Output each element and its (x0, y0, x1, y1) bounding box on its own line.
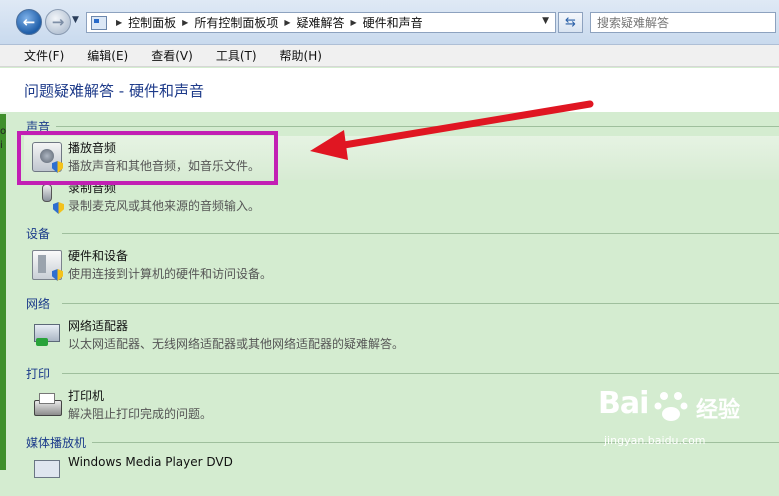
page-title: 问题疑难解答 - 硬件和声音 (24, 82, 204, 100)
network-adapter-icon (32, 320, 62, 350)
menu-tools[interactable]: 工具(T) (216, 47, 257, 64)
control-panel-icon (91, 15, 107, 30)
category-media-player: 媒体播放机 (26, 436, 87, 450)
menu-file[interactable]: 文件(F) (24, 47, 64, 64)
refresh-button[interactable]: ⇆ (558, 12, 583, 33)
category-printing: 打印 (26, 367, 51, 381)
address-bar[interactable]: ▶ 控制面板 ▶ 所有控制面板项 ▶ 疑难解答 ▶ 硬件和声音 ▼ (86, 12, 556, 33)
category-divider (62, 233, 779, 234)
menu-help[interactable]: 帮助(H) (280, 47, 322, 64)
item-title: 硬件和设备 (68, 249, 129, 263)
shield-icon (52, 269, 63, 281)
chevron-down-icon: ▼ (72, 15, 79, 25)
printer-icon (32, 390, 62, 420)
back-button[interactable]: ← (16, 9, 42, 35)
item-description: 使用连接到计算机的硬件和访问设备。 (68, 267, 273, 281)
item-hardware-devices[interactable]: 硬件和设备 使用连接到计算机的硬件和访问设备。 (24, 244, 779, 288)
refresh-icon: ⇆ (565, 15, 576, 30)
watermark-url: jingyan.baidu.com (604, 434, 706, 447)
shield-icon (53, 202, 64, 214)
item-title: 打印机 (68, 389, 105, 403)
microphone-icon (32, 182, 64, 214)
arrow-right-icon: → (51, 13, 65, 31)
menu-view[interactable]: 查看(V) (151, 47, 193, 64)
category-devices: 设备 (26, 227, 51, 241)
highlight-box (17, 131, 278, 185)
item-description: 录制麦克风或其他来源的音频输入。 (68, 199, 261, 213)
breadcrumb-separator-icon[interactable]: ▶ (351, 18, 357, 27)
item-description: 解决阻止打印完成的问题。 (68, 407, 213, 421)
arrow-left-icon: ← (22, 13, 36, 31)
forward-button[interactable]: → (45, 9, 71, 35)
breadcrumb-hardware-sound[interactable]: 硬件和声音 (363, 14, 423, 31)
item-network-adapter[interactable]: 网络适配器 以太网适配器、无线网络适配器或其他网络适配器的疑难解答。 (24, 314, 779, 358)
desktop-edge (0, 114, 6, 470)
watermark-brand: Bai (598, 386, 649, 421)
hardware-icon (32, 250, 63, 281)
category-divider (62, 303, 779, 304)
address-bar-area: ← → ▼ ▶ 控制面板 ▶ 所有控制面板项 ▶ 疑难解答 ▶ 硬件和声音 ▼ … (0, 0, 779, 45)
item-wmp-dvd[interactable]: Windows Media Player DVD (24, 452, 779, 496)
baidu-watermark: Bai 经验 jingyan.baidu.com (596, 386, 776, 456)
breadcrumb-control-panel[interactable]: 控制面板 (128, 14, 176, 31)
watermark-cn: 经验 (696, 398, 741, 423)
category-divider (62, 373, 779, 374)
dvd-icon (32, 458, 62, 488)
menu-edit[interactable]: 编辑(E) (87, 47, 128, 64)
red-arrow-annotation (310, 100, 594, 160)
breadcrumb-troubleshooting[interactable]: 疑难解答 (297, 14, 345, 31)
breadcrumb-separator-icon[interactable]: ▶ (116, 18, 122, 27)
menu-bar: 文件(F) 编辑(E) 查看(V) 工具(T) 帮助(H) (0, 45, 779, 67)
recent-pages-dropdown[interactable]: ▼ (72, 15, 79, 25)
breadcrumb-separator-icon[interactable]: ▶ (182, 18, 188, 27)
breadcrumb-separator-icon[interactable]: ▶ (284, 18, 290, 27)
category-network: 网络 (26, 297, 51, 311)
item-title: Windows Media Player DVD (68, 455, 233, 469)
breadcrumb-all-items[interactable]: 所有控制面板项 (194, 14, 278, 31)
item-title: 网络适配器 (68, 319, 129, 333)
desktop-edge-text: o i (0, 126, 7, 151)
paw-icon (654, 392, 688, 421)
address-dropdown-icon[interactable]: ▼ (542, 16, 549, 26)
item-description: 以太网适配器、无线网络适配器或其他网络适配器的疑难解答。 (68, 337, 405, 351)
search-input[interactable] (590, 12, 776, 33)
